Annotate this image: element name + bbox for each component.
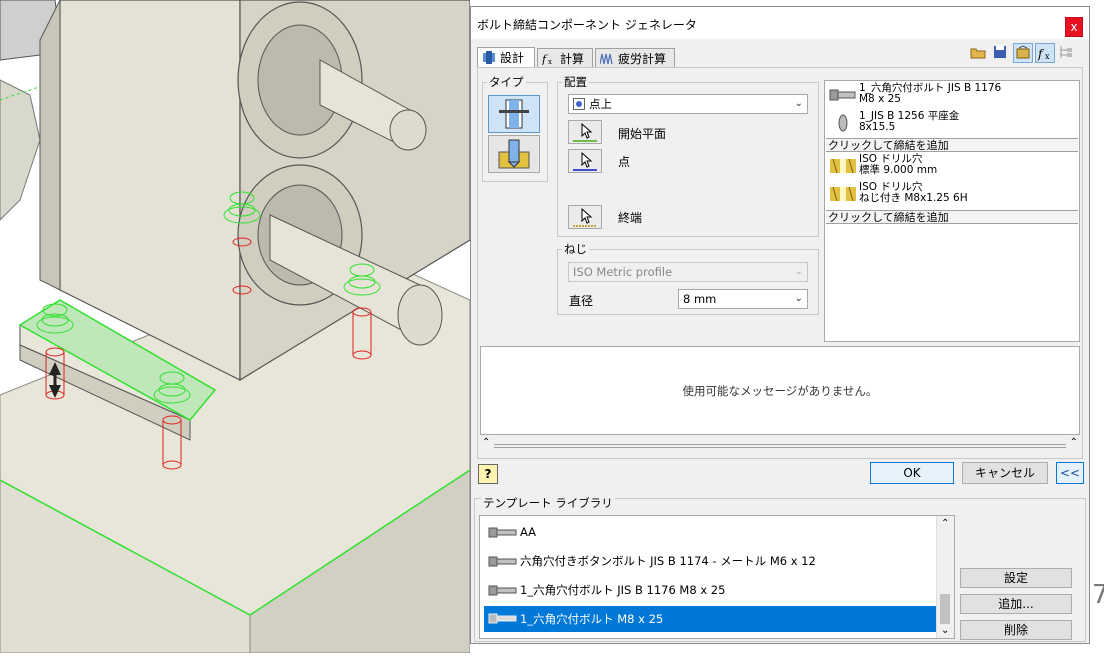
- ok-button[interactable]: OK: [870, 462, 954, 484]
- chevron-down-icon[interactable]: ⌄: [941, 625, 949, 636]
- placement-group-label: 配置: [562, 74, 589, 90]
- diameter-value: 8 mm: [683, 292, 717, 306]
- point-label: 点: [618, 155, 631, 169]
- template-library-list[interactable]: AA 六角穴付きボタンボルト JIS B 1174 - メートル M6 x 12…: [479, 515, 955, 639]
- fx-icon[interactable]: fx: [1035, 43, 1055, 63]
- dialog-toolbar: fx: [969, 43, 1079, 65]
- blind-hole-type-button[interactable]: [488, 135, 540, 173]
- placement-value: 点上: [589, 97, 612, 111]
- blind-bolt-icon: [498, 139, 530, 169]
- library-item[interactable]: 六角穴付きボタンボルト JIS B 1174 - メートル M6 x 12: [484, 549, 938, 573]
- close-icon: x: [1070, 20, 1078, 34]
- help-icon: ?: [484, 467, 492, 481]
- thread-group-label: ねじ: [562, 241, 589, 257]
- dialog-titlebar[interactable]: ボルト締結コンポーネント ジェネレータ x: [471, 7, 1089, 39]
- component-tapped-hole-name: ISO ドリル穴 ねじ付き M8x1.25 6H: [859, 181, 968, 204]
- template-library-label: テンプレート ライブラリ: [481, 495, 615, 511]
- chevron-down-icon: ⌄: [794, 293, 803, 304]
- svg-text:x: x: [1045, 52, 1050, 61]
- thread-profile-combo[interactable]: ISO Metric profile ⌄: [568, 262, 808, 282]
- point-pick-button[interactable]: [568, 149, 602, 173]
- chevron-down-icon: ⌄: [794, 98, 803, 109]
- tab-fatigue[interactable]: 疲労計算: [595, 48, 675, 68]
- washer-icon: [838, 114, 848, 132]
- library-scrollbar[interactable]: ⌃ ⌄: [936, 516, 954, 638]
- component-drill-hole-name: ISO ドリル穴 標準 9.000 mm: [859, 153, 938, 176]
- fx-calc-icon: fx: [542, 53, 552, 65]
- component-tapped-hole[interactable]: ISO ドリル穴 ねじ付き M8x1.25 6H: [827, 182, 1077, 208]
- message-text: 使用可能なメッセージがありません。: [682, 384, 878, 398]
- point-placement-icon: [573, 98, 585, 110]
- chevron-down-icon: ⌄: [794, 266, 803, 277]
- diameter-combo[interactable]: 8 mm ⌄: [678, 289, 808, 309]
- options-icon[interactable]: [1013, 43, 1033, 63]
- dialog-title: ボルト締結コンポーネント ジェネレータ: [477, 18, 697, 32]
- open-folder-icon[interactable]: [969, 43, 989, 63]
- component-drill-hole[interactable]: ISO ドリル穴 標準 9.000 mm: [827, 154, 1077, 180]
- diameter-label: 直径: [569, 294, 594, 308]
- component-bolt-name: 1_六角穴付ボルト JIS B 1176 M8 x 25: [859, 82, 1002, 105]
- bolt-icon: [829, 89, 856, 101]
- add-button[interactable]: 追加...: [960, 594, 1072, 614]
- end-label: 終端: [618, 211, 643, 225]
- fatigue-icon: [600, 53, 613, 65]
- tab-design-label: 設計: [500, 51, 525, 65]
- chevron-up-icon: ⌃: [482, 437, 491, 448]
- drill-hole-icon: [830, 158, 856, 174]
- component-washer-name: 1_JIS B 1256 平座金 8x15.5: [859, 110, 960, 133]
- cad-model-graphic[interactable]: [0, 0, 471, 654]
- splitter[interactable]: ⌃ ⌃: [480, 437, 1080, 451]
- start-plane-label: 開始平面: [618, 127, 667, 141]
- library-item[interactable]: AA: [484, 520, 938, 544]
- tapped-hole-icon: [830, 186, 856, 202]
- tree-icon[interactable]: [1057, 43, 1077, 63]
- delete-button[interactable]: 削除: [960, 620, 1072, 640]
- svg-text:f: f: [1037, 47, 1045, 61]
- through-bolt-icon: [499, 99, 529, 129]
- placement-combo[interactable]: 点上 ⌄: [568, 94, 808, 114]
- bolt-icon: [488, 527, 517, 538]
- model-viewport[interactable]: [0, 0, 471, 654]
- click-to-add-fastener-2[interactable]: クリックして締結を追加: [826, 210, 1078, 224]
- tab-calculation[interactable]: fx 計算: [537, 48, 593, 68]
- components-list[interactable]: 1_六角穴付ボルト JIS B 1176 M8 x 25 1_JIS B 1256…: [824, 80, 1080, 342]
- settings-button[interactable]: 設定: [960, 568, 1072, 588]
- start-plane-pick-button[interactable]: [568, 120, 602, 144]
- thread-profile-value: ISO Metric profile: [573, 265, 673, 279]
- tab-fatigue-label: 疲労計算: [618, 52, 667, 66]
- collapse-button[interactable]: <<: [1056, 462, 1084, 484]
- chevron-up-icon: ⌃: [1069, 437, 1078, 448]
- edge-text: 7: [1092, 580, 1104, 610]
- bolt-icon: [488, 585, 517, 596]
- component-washer[interactable]: 1_JIS B 1256 平座金 8x15.5: [827, 111, 1077, 137]
- library-item[interactable]: 1_六角穴付ボルト JIS B 1176 M8 x 25: [484, 578, 938, 602]
- type-group-label: タイプ: [487, 74, 526, 90]
- component-bolt[interactable]: 1_六角穴付ボルト JIS B 1176 M8 x 25: [827, 83, 1077, 109]
- chevron-up-icon[interactable]: ⌃: [941, 518, 949, 529]
- select-arrow-icon: [573, 207, 597, 227]
- svg-text:x: x: [548, 58, 552, 65]
- select-arrow-icon: [573, 151, 597, 171]
- tab-design[interactable]: 設計: [477, 47, 535, 69]
- tab-calculation-label: 計算: [560, 52, 585, 66]
- cancel-button[interactable]: キャンセル: [962, 462, 1048, 484]
- click-to-add-fastener-1[interactable]: クリックして締結を追加: [826, 138, 1078, 152]
- message-area: 使用可能なメッセージがありません。: [480, 346, 1080, 435]
- close-button[interactable]: x: [1065, 17, 1083, 37]
- bolted-connection-dialog: ボルト締結コンポーネント ジェネレータ x 設計 fx 計算 疲労計算 fx タ…: [470, 6, 1090, 644]
- save-icon[interactable]: [991, 43, 1011, 63]
- help-button[interactable]: ?: [478, 464, 498, 484]
- scrollbar-thumb[interactable]: [940, 594, 950, 624]
- end-pick-button[interactable]: [568, 205, 602, 229]
- bolt-icon: [488, 556, 517, 567]
- library-item-selected[interactable]: 1_六角穴付ボルト M8 x 25: [484, 606, 938, 632]
- design-icon: [483, 51, 495, 64]
- through-hole-type-button[interactable]: [488, 95, 540, 133]
- select-arrow-icon: [573, 122, 597, 142]
- bolt-icon: [488, 613, 517, 624]
